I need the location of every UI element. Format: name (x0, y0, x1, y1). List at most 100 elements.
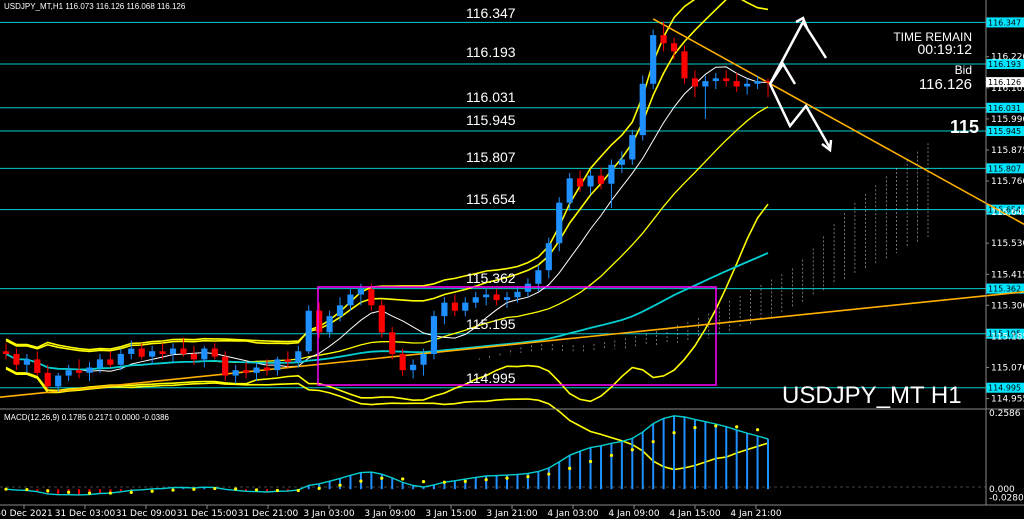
price-tick-label: 115.760 (991, 177, 1024, 187)
chart-background (0, 0, 1024, 519)
macd-signal-dot (234, 487, 238, 491)
time-tick-label: 4 Jan 03:00 (547, 509, 599, 519)
level-tag-text: 114.995 (988, 384, 1021, 393)
candle-body (399, 353, 406, 371)
candle-body (65, 370, 72, 376)
candle-body (577, 178, 584, 187)
partial-price-label: 115 (950, 117, 979, 137)
candle-body (44, 372, 51, 387)
time-tick-label: 4 Jan 09:00 (608, 509, 660, 519)
macd-signal-dot (338, 483, 342, 487)
candle-body (55, 375, 62, 387)
level-label-115362: 115.362 (466, 270, 516, 286)
candle-body (462, 302, 469, 311)
candle-body (378, 305, 385, 333)
candle-body (723, 78, 730, 82)
price-tick-label: 115.185 (991, 332, 1024, 342)
macd-signal-dot (275, 488, 279, 493)
macd-signal-dot (401, 477, 405, 481)
time-tick-label: 30 Dec 2021 (0, 509, 53, 519)
level-tag-text: 116.031 (988, 104, 1021, 113)
symbol-info: USDJPY_MT,H1 116.073 116.126 116.068 116… (4, 2, 186, 11)
time-tick-label: 4 Jan 21:00 (730, 509, 782, 519)
macd-signal-dot (171, 488, 175, 492)
macd-signal-dot (67, 490, 71, 494)
macd-info: MACD(12,26,9) 0.1785 0.2171 0.0000 -0.03… (4, 413, 170, 422)
price-tick-label: 116.220 (991, 53, 1024, 63)
candle-body (222, 356, 229, 376)
candle-body (483, 294, 490, 298)
level-label-116193: 116.193 (466, 44, 516, 60)
candle-body (597, 175, 605, 184)
candle-body (34, 359, 41, 373)
candle-body (566, 178, 573, 203)
macd-signal-dot (526, 474, 530, 479)
candle-body (754, 81, 761, 84)
macd-signal-dot (609, 453, 614, 457)
macd-tick-label: 0.2586 (989, 409, 1021, 419)
macd-signal-dot (421, 480, 426, 484)
candle-body (618, 159, 625, 165)
candle-body (660, 35, 667, 44)
candle-body (149, 351, 156, 357)
candle-body (524, 283, 532, 292)
time-tick-label: 31 Dec 15:00 (177, 509, 238, 519)
macd-signal-dot (296, 488, 300, 493)
macd-signal-dot (87, 491, 92, 495)
candle-body (232, 370, 239, 376)
candle-body (138, 348, 145, 357)
macd-signal-dot (108, 491, 112, 495)
macd-signal-dot (568, 466, 572, 470)
macd-signal-dot (588, 459, 593, 464)
candle-body (670, 43, 678, 52)
candle-body (107, 359, 114, 365)
candle-body (650, 35, 657, 84)
level-label-115654: 115.654 (466, 191, 516, 207)
time-tick-label: 3 Jan 21:00 (486, 509, 538, 519)
macd-signal-dot (463, 479, 467, 484)
candle-body (514, 291, 521, 298)
trading-chart[interactable]: 116.347 116.193 116.031 115.945 115.807 115.6… (0, 0, 1024, 519)
candle-body (608, 164, 615, 184)
macd-signal-dot (213, 486, 217, 491)
candle-body (639, 83, 646, 136)
candle-body (284, 359, 291, 363)
level-label-115195: 115.195 (466, 316, 516, 332)
candle-body (96, 359, 104, 368)
macd-signal-dot (192, 487, 196, 491)
candle-body (2, 351, 10, 354)
candle-body (368, 289, 375, 306)
bid-label: Bid (955, 63, 972, 77)
macd-signal-dot (254, 488, 259, 492)
candle-body (441, 302, 448, 317)
watermark: USDJPY_MT H1 (782, 382, 962, 409)
candle-body (190, 353, 197, 360)
time-tick-label: 31 Dec 03:00 (55, 509, 116, 519)
time-tick-label: 31 Dec 21:00 (238, 509, 299, 519)
level-label-116031: 116.031 (466, 89, 516, 105)
macd-tick-label: -0.0280 (989, 493, 1024, 503)
candle-body (410, 364, 417, 371)
candle-body (389, 332, 396, 354)
candle-body (117, 353, 124, 365)
macd-signal-dot (484, 478, 488, 482)
level-label-114995: 114.995 (466, 370, 516, 386)
level-tag-text: 115.807 (988, 164, 1021, 173)
candle-body (629, 135, 636, 160)
price-tick-label: 115.300 (991, 301, 1024, 311)
time-tick-label: 31 Dec 09:00 (116, 509, 177, 519)
candle-body (253, 367, 260, 373)
macd-signal-dot (672, 431, 676, 435)
candle-body (712, 78, 719, 82)
level-label-115945: 115.945 (466, 112, 516, 128)
candle-body (169, 348, 177, 354)
price-tick-label: 115.990 (991, 115, 1024, 125)
time-tick-label: 3 Jan 09:00 (364, 509, 416, 519)
candle-body (556, 202, 563, 244)
candle-body (274, 359, 281, 371)
candle-body (336, 305, 344, 317)
level-label-116347: 116.347 (466, 5, 516, 21)
candle-body (472, 297, 479, 303)
macd-signal-dot (547, 472, 551, 476)
candle-body (702, 81, 709, 87)
